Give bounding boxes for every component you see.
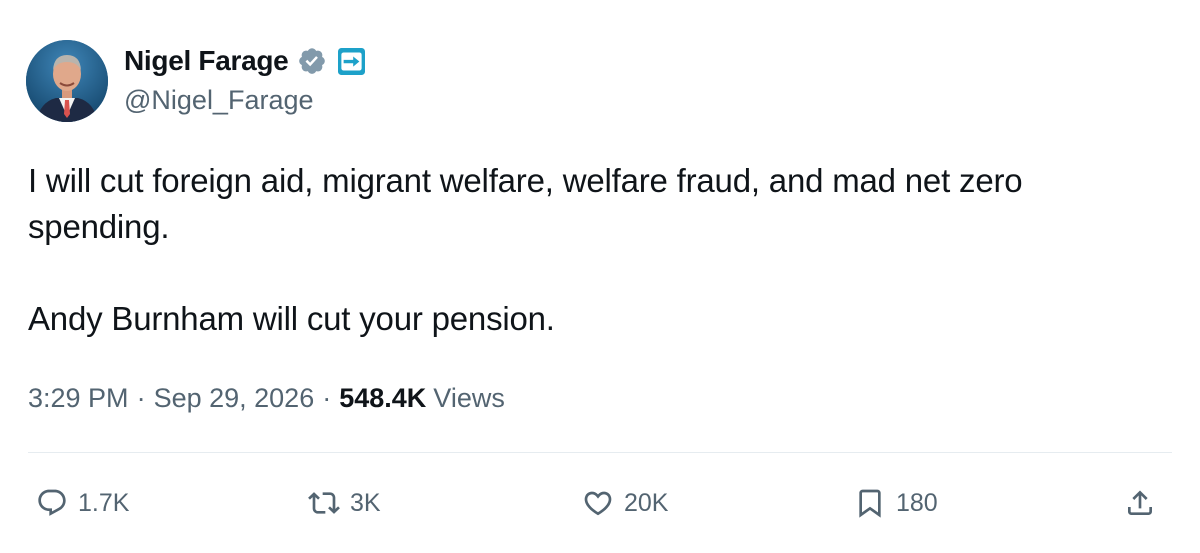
share-icon	[1128, 490, 1152, 515]
reply-count: 1.7K	[78, 488, 130, 517]
repost-icon	[308, 492, 340, 514]
like-count: 20K	[624, 488, 669, 517]
meta-separator: ·	[136, 383, 146, 413]
author-avatar[interactable]	[26, 40, 108, 122]
post-text: I will cut foreign aid, migrant welfare,…	[28, 158, 1148, 342]
reply-icon	[38, 489, 66, 516]
bookmark-button[interactable]: 180	[854, 478, 938, 528]
reply-button[interactable]: 1.7K	[36, 478, 129, 528]
verified-badge-icon[interactable]	[297, 46, 327, 76]
post-metadata: 3:29 PM · Sep 29, 2026 · 548.4K Views	[28, 383, 505, 414]
author-name-row: Nigel Farage	[124, 44, 366, 78]
post-time[interactable]: 3:29 PM	[28, 383, 129, 414]
bookmark-count: 180	[896, 488, 938, 517]
affiliation-badge-icon[interactable]	[338, 47, 366, 75]
views-count[interactable]: 548.4K	[339, 383, 426, 414]
avatar-photo	[26, 40, 108, 122]
repost-button[interactable]: 3K	[308, 478, 381, 528]
divider	[28, 452, 1172, 453]
repost-count: 3K	[350, 488, 381, 517]
like-button[interactable]: 20K	[582, 478, 668, 528]
post-date[interactable]: Sep 29, 2026	[154, 383, 315, 414]
views-label[interactable]: Views	[433, 383, 505, 414]
author-name[interactable]: Nigel Farage	[124, 45, 289, 77]
heart-icon	[584, 491, 612, 516]
bookmark-icon	[859, 489, 881, 518]
post-paragraph: I will cut foreign aid, migrant welfare,…	[28, 162, 1023, 245]
author-handle[interactable]: @Nigel_Farage	[124, 85, 314, 116]
post-paragraph: Andy Burnham will cut your pension.	[28, 300, 555, 337]
share-button[interactable]	[1124, 478, 1156, 528]
meta-separator: ·	[322, 383, 332, 413]
action-bar: 1.7K 3K 20K 180	[0, 478, 1200, 528]
